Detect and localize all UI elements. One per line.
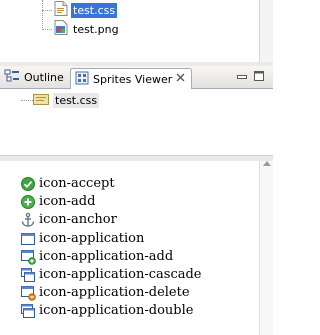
scrollbar[interactable] (259, 0, 273, 62)
png-file-icon (54, 20, 68, 38)
application-icon (20, 231, 36, 247)
list-item[interactable]: icon-application-delete (20, 283, 190, 302)
list-item[interactable]: icon-anchor (20, 210, 117, 229)
list-item[interactable]: icon-application-double (20, 301, 193, 320)
icon-name-label: icon-application-cascade (39, 267, 202, 282)
icons-scrollbar[interactable] (259, 161, 273, 335)
tree-item-stylesheet[interactable]: test.css (33, 92, 100, 109)
tree-connector (42, 10, 52, 11)
icon-name-label: icon-application (39, 231, 145, 246)
tab-outline[interactable]: Outline (4, 68, 71, 87)
icon-name-label: icon-anchor (39, 212, 117, 227)
list-item[interactable]: icon-application-add (20, 247, 173, 266)
maximize-view-icon[interactable] (253, 70, 265, 82)
application-delete-icon (20, 285, 36, 301)
icon-name-label: icon-accept (39, 176, 115, 191)
add-icon (20, 194, 36, 210)
tab-sprites-viewer[interactable]: Sprites Viewer (70, 68, 192, 89)
minimize-view-icon[interactable] (236, 70, 248, 82)
list-item[interactable]: icon-accept (20, 174, 115, 193)
list-item[interactable]: icon-application-cascade (20, 265, 202, 284)
view-tab-bar: Outline Sprites Viewer (0, 66, 273, 89)
anchor-icon (20, 212, 36, 228)
close-icon[interactable] (176, 72, 185, 85)
icons-list: icon-accept icon-add icon-anchor icon-ap… (0, 161, 260, 335)
sprites-viewer-tree: test.css (0, 89, 273, 155)
tree-item-label: test.css (53, 93, 100, 108)
icon-name-label: icon-application-double (39, 303, 194, 318)
accept-icon (20, 176, 36, 192)
tree-item-label: test.png (73, 22, 119, 36)
application-double-icon (20, 303, 36, 319)
tree-item-label: test.css (71, 2, 118, 18)
tree-item-test-png[interactable]: test.png (54, 20, 121, 38)
css-file-icon (54, 1, 68, 19)
project-explorer-panel: test.css test.png (0, 0, 273, 63)
application-cascade-icon (20, 267, 36, 283)
icon-name-label: icon-application-delete (39, 285, 190, 300)
stylesheet-folder-icon (33, 93, 49, 108)
tree-connector (42, 0, 43, 30)
scroll-up-icon[interactable] (263, 161, 271, 166)
icon-name-label: icon-add (39, 194, 96, 209)
tree-connector (21, 100, 33, 101)
list-item[interactable]: icon-add (20, 192, 95, 211)
tree-item-test-css[interactable]: test.css (54, 1, 118, 19)
tree-connector (42, 29, 52, 30)
icon-name-label: icon-application-add (39, 249, 174, 264)
outline-icon (4, 69, 20, 86)
sprites-viewer-icon (75, 71, 89, 88)
tab-label: Sprites Viewer (93, 72, 173, 86)
list-item[interactable]: icon-application (20, 229, 144, 248)
tab-label: Outline (24, 71, 64, 84)
application-add-icon (20, 249, 36, 265)
